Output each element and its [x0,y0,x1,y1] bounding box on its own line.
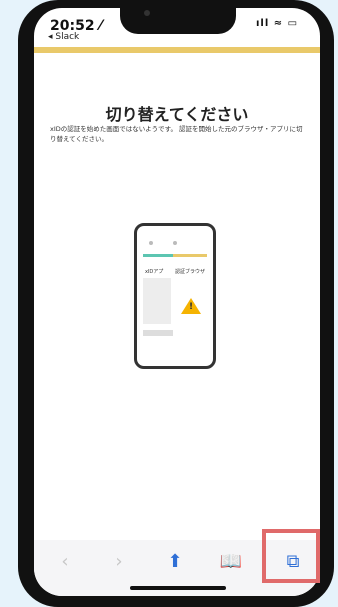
illustration-label-left: xIDアプ [145,269,164,275]
illustration-dot [149,241,153,245]
forward-icon[interactable]: › [104,550,134,574]
screen: 20:52 ⁄ ◂ Slack ıll ≈ ▭ 切り替えてください xIDの認証… [34,8,320,596]
illustration-block [143,278,171,324]
header-bar [34,47,320,53]
phone-illustration: xIDアプ 認証ブラウザ ! [134,223,216,369]
status-indicators: ıll ≈ ▭ [256,18,299,29]
illustration-dot [173,241,177,245]
tabs-button-highlight [262,529,320,583]
illustration-label-right: 認証ブラウザ [175,269,206,275]
back-icon[interactable]: ‹ [50,550,80,574]
illustration-tab-bar [143,254,173,257]
home-indicator [130,586,226,590]
back-to-app[interactable]: ◂ Slack [48,32,79,42]
illustration-tab-bar [173,254,207,257]
bookmarks-icon[interactable]: 📖 [216,550,246,574]
warning-mark: ! [189,302,194,312]
illustration-block [143,330,173,336]
camera-icon [144,10,150,16]
share-icon[interactable]: ⬆ [160,550,190,574]
notch [120,8,236,34]
page-title: 切り替えてください [105,105,249,124]
page-description: xIDの認証を始めた画面ではないようです。 認証を開始した元のブラウザ・アプリに… [50,125,303,143]
